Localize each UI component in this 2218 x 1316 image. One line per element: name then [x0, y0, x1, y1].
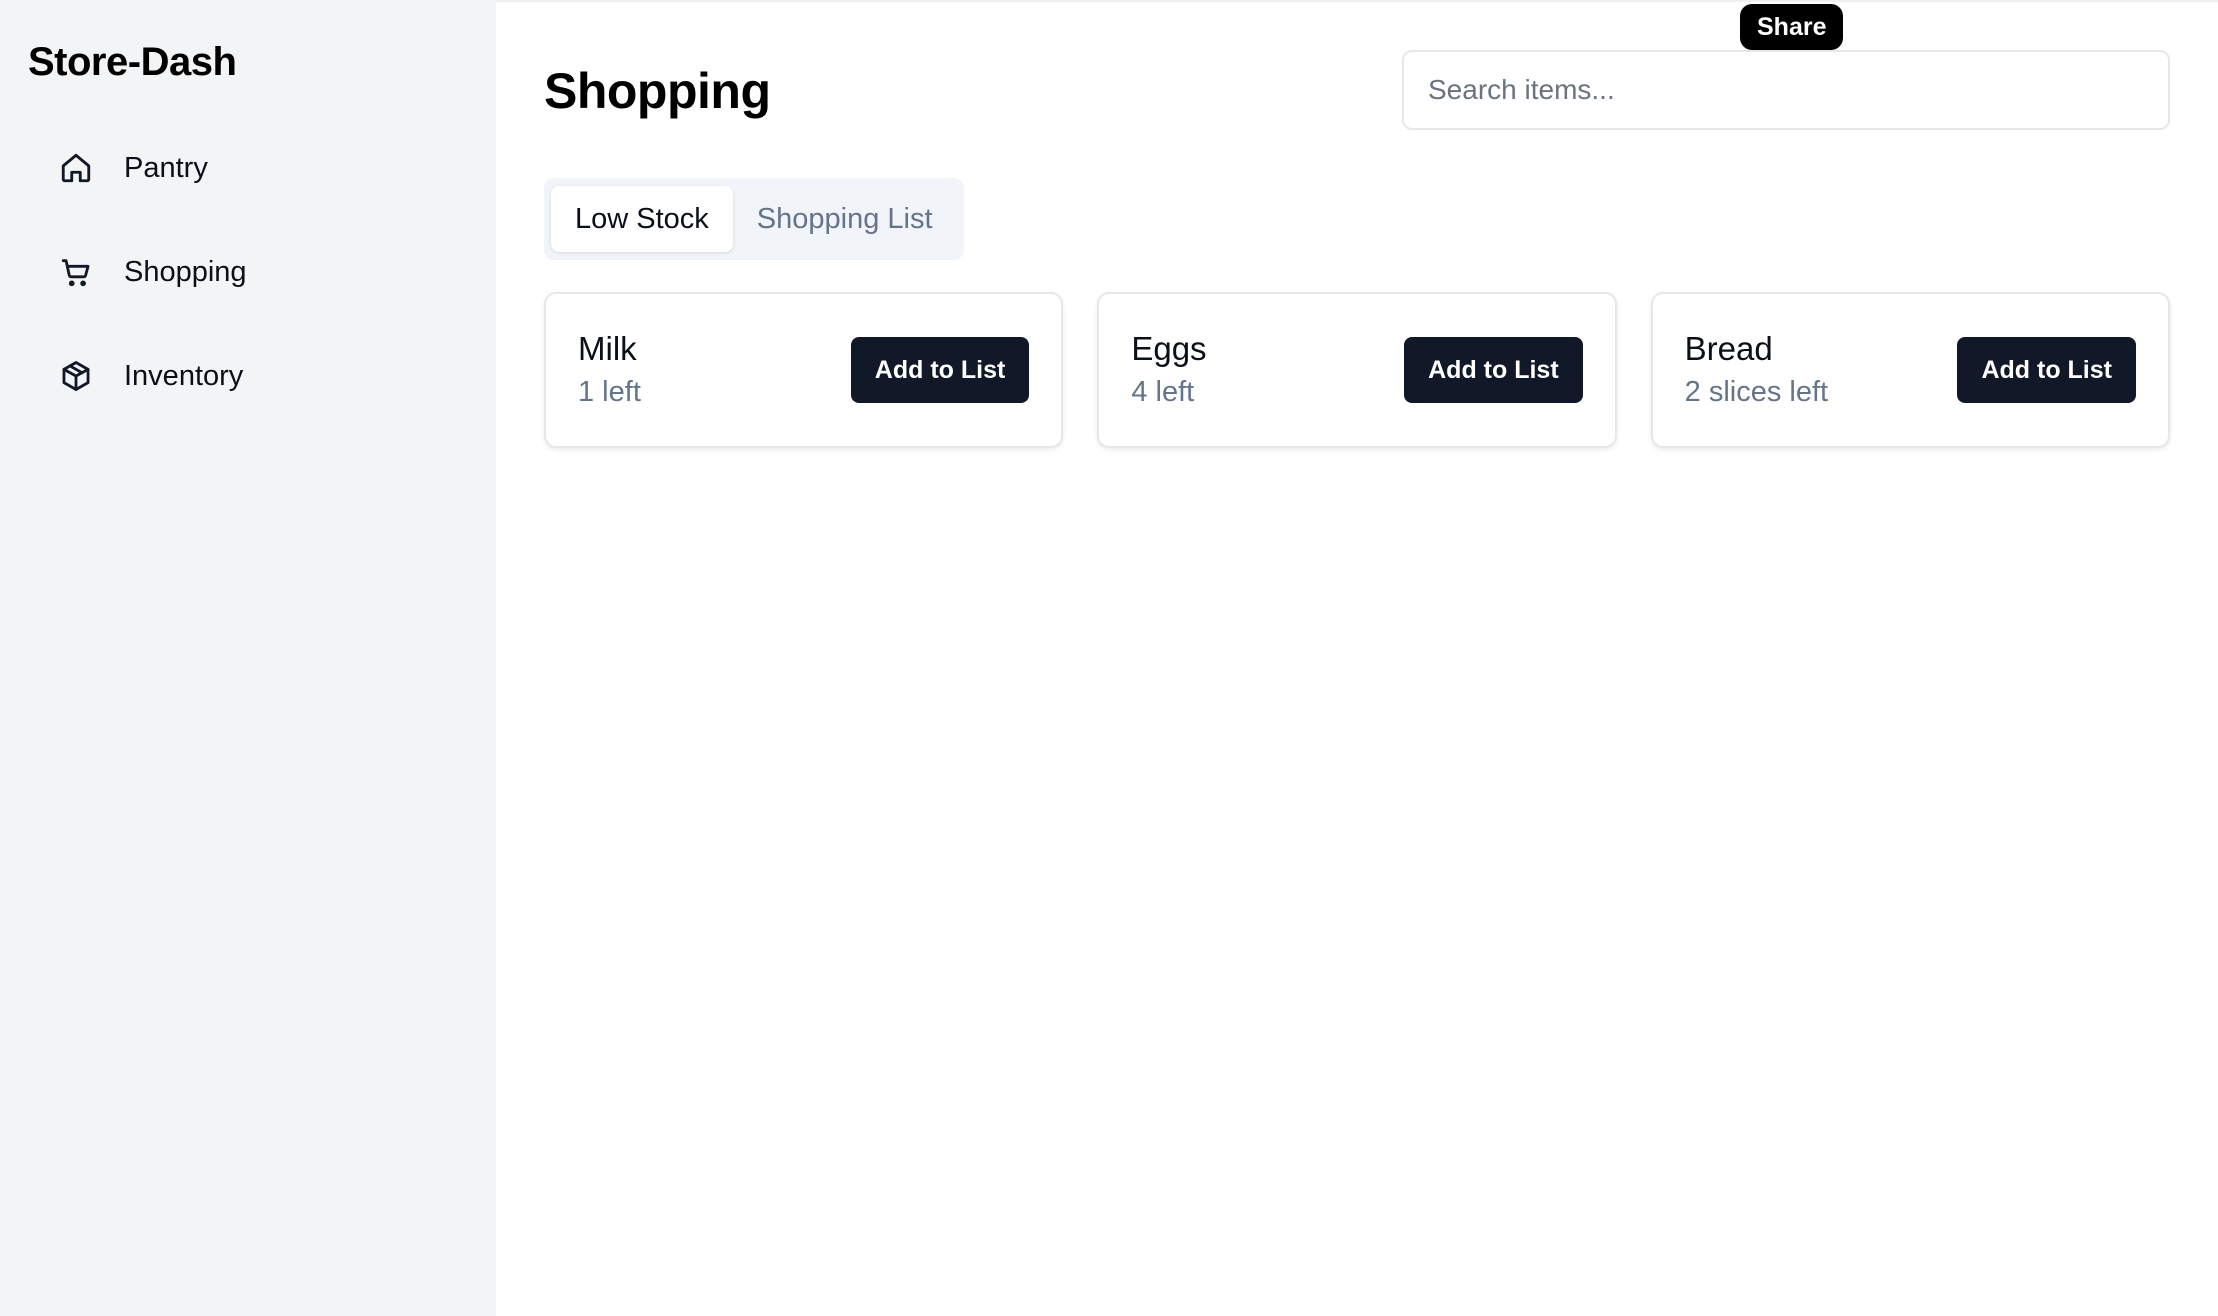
sidebar-item-pantry[interactable]: Pantry	[0, 136, 496, 200]
item-name: Bread	[1684, 330, 1773, 367]
item-name: Eggs	[1131, 330, 1207, 367]
add-to-list-button[interactable]: Add to List	[1404, 337, 1583, 403]
tab-shopping-list[interactable]: Shopping List	[733, 186, 957, 252]
item-info: Bread 2 slices left	[1685, 328, 1828, 412]
sidebar-item-label: Inventory	[124, 359, 244, 392]
item-card: Bread 2 slices left Add to List	[1650, 292, 2170, 448]
add-to-list-button[interactable]: Add to List	[1957, 337, 2136, 403]
search-input[interactable]	[1402, 50, 2170, 130]
tab-low-stock[interactable]: Low Stock	[551, 186, 733, 252]
cart-icon	[58, 254, 94, 290]
item-quantity: 4 left	[1131, 376, 1195, 408]
app-root: Store-Dash Pantry Shopping Inventory Sho…	[0, 0, 2218, 1316]
brand-title: Store-Dash	[28, 40, 237, 84]
sidebar: Store-Dash Pantry Shopping Inventory	[0, 0, 496, 1316]
item-info: Eggs 4 left	[1131, 328, 1206, 412]
home-icon	[58, 150, 94, 186]
main-content: Shopping Share Low Stock Shopping List M…	[496, 0, 2218, 1316]
item-card: Milk 1 left Add to List	[544, 292, 1064, 448]
item-info: Milk 1 left	[578, 328, 641, 412]
sidebar-nav: Pantry Shopping Inventory	[0, 136, 496, 408]
sidebar-item-shopping[interactable]: Shopping	[0, 240, 496, 304]
add-to-list-button[interactable]: Add to List	[850, 337, 1030, 403]
sidebar-item-label: Pantry	[124, 151, 208, 184]
box-icon	[58, 358, 94, 394]
sidebar-item-inventory[interactable]: Inventory	[0, 344, 496, 408]
item-quantity: 2 slices left	[1684, 376, 1829, 408]
tab-list: Low Stock Shopping List	[544, 178, 964, 260]
item-card: Eggs 4 left Add to List	[1097, 292, 1617, 448]
share-tooltip: Share	[1740, 4, 1844, 50]
item-name: Milk	[578, 330, 637, 367]
sidebar-item-label: Shopping	[124, 255, 247, 288]
item-quantity: 1 left	[578, 376, 641, 408]
item-card-list: Milk 1 left Add to List Eggs 4 left Add …	[544, 292, 2170, 448]
page-title: Shopping	[544, 63, 771, 119]
